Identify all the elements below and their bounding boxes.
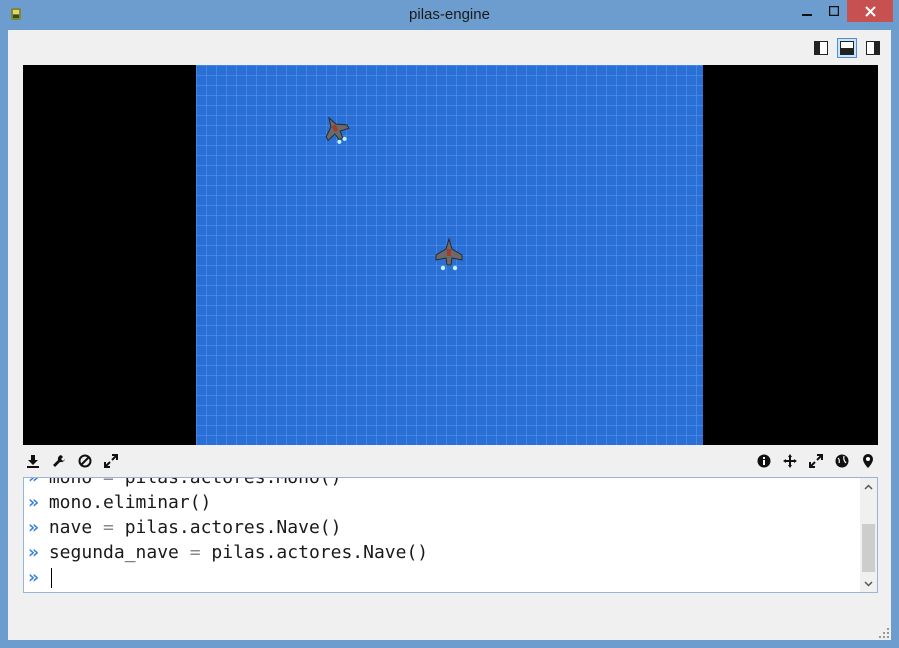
- move-button[interactable]: [780, 451, 800, 471]
- maximize-icon: [828, 6, 839, 16]
- expand-icon: [809, 454, 823, 468]
- console-scrollbar[interactable]: [860, 478, 877, 592]
- game-canvas[interactable]: [23, 65, 878, 445]
- title-bar[interactable]: pilas-engine: [0, 0, 899, 30]
- layout-bottom-panel-icon: [840, 41, 854, 55]
- minimize-icon: [801, 14, 812, 16]
- console-line: » segunda_nave = pilas.actores.Nave(): [28, 542, 429, 563]
- stop-button[interactable]: [75, 451, 95, 471]
- location-button[interactable]: [858, 451, 878, 471]
- layout-toggle-group: [811, 38, 883, 60]
- globe-icon: [835, 454, 849, 468]
- save-button[interactable]: [23, 451, 43, 471]
- download-icon: [27, 455, 39, 468]
- close-icon: [864, 5, 876, 17]
- chevron-up-icon: [864, 483, 873, 490]
- location-pin-icon: [863, 454, 873, 468]
- expand-button[interactable]: [806, 451, 826, 471]
- minimize-button[interactable]: [793, 0, 820, 22]
- console-line: » mono.eliminar(): [28, 492, 212, 513]
- layout-right-button[interactable]: [863, 38, 883, 58]
- text-cursor: [50, 568, 52, 588]
- console-line: » mono = pilas.actores.Mono(): [28, 477, 342, 488]
- console-input-line[interactable]: »: [24, 565, 859, 590]
- close-button[interactable]: [847, 0, 893, 22]
- maximize-button[interactable]: [820, 0, 847, 22]
- wrench-icon: [53, 455, 65, 467]
- app-window: pilas-engine » mono = pilas.actores.Mono…: [0, 0, 899, 648]
- globe-button[interactable]: [832, 451, 852, 471]
- ship-actor[interactable]: [319, 113, 353, 147]
- game-stage[interactable]: [196, 65, 703, 445]
- layout-bottom-button[interactable]: [837, 38, 857, 58]
- console-line: » nave = pilas.actores.Nave(): [28, 517, 342, 538]
- main-panel: » mono = pilas.actores.Mono() » mono.elimi…: [8, 30, 891, 640]
- window-title: pilas-engine: [409, 6, 490, 23]
- layout-left-panel-icon: [814, 41, 828, 55]
- fullscreen-icon: [104, 454, 118, 468]
- scroll-thumb[interactable]: [862, 524, 875, 572]
- layout-left-button[interactable]: [811, 38, 831, 58]
- move-icon: [783, 454, 797, 468]
- stop-icon: [78, 454, 92, 468]
- info-icon: [757, 454, 771, 468]
- scroll-down-button[interactable]: [860, 575, 877, 592]
- python-console[interactable]: » mono = pilas.actores.Mono() » mono.elimi…: [23, 477, 878, 593]
- scroll-up-button[interactable]: [860, 478, 877, 495]
- console-history: » mono = pilas.actores.Mono() » mono.elimi…: [24, 477, 859, 590]
- layout-right-panel-icon: [866, 41, 880, 55]
- settings-button[interactable]: [49, 451, 69, 471]
- resize-grip-icon[interactable]: [879, 628, 889, 638]
- chevron-down-icon: [864, 580, 873, 587]
- canvas-toolbar: [23, 451, 878, 473]
- info-button[interactable]: [754, 451, 774, 471]
- fullscreen-button[interactable]: [101, 451, 121, 471]
- second-ship-actor[interactable]: [432, 237, 466, 273]
